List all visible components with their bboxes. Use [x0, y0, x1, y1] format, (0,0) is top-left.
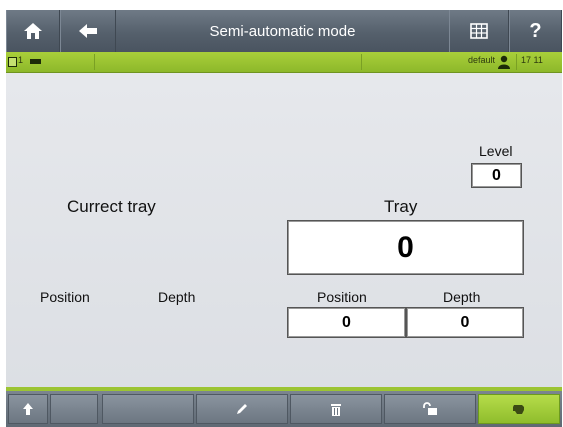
- position-field[interactable]: 0: [287, 307, 406, 338]
- current-tray-label: Currect tray: [67, 197, 156, 216]
- confirm-button[interactable]: [478, 394, 560, 424]
- unlock-button[interactable]: [384, 394, 476, 424]
- toolbar-blank-2[interactable]: [102, 394, 194, 424]
- bottom-toolbar: [6, 391, 562, 427]
- trash-icon: [331, 403, 341, 416]
- page-title: Semi-automatic mode: [209, 22, 356, 40]
- toolbar-blank-1[interactable]: [50, 394, 98, 424]
- tray-field[interactable]: 0: [287, 220, 524, 275]
- depth-label: Depth: [443, 289, 481, 305]
- clock: 17 11: [521, 55, 543, 65]
- grid-table-icon: [470, 23, 488, 39]
- delete-button[interactable]: [290, 394, 382, 424]
- back-button[interactable]: [60, 10, 116, 52]
- arrow-up-icon: [23, 403, 33, 415]
- status-bar: 1 default 17 11: [6, 52, 562, 73]
- edit-button[interactable]: [196, 394, 288, 424]
- level-label: Level: [479, 143, 513, 159]
- depth-field[interactable]: 0: [406, 307, 524, 338]
- up-button[interactable]: [8, 394, 48, 424]
- home-icon: [24, 23, 42, 39]
- unlock-icon: [423, 402, 437, 415]
- current-depth-label: Depth: [158, 289, 196, 305]
- station-number: 1: [18, 55, 24, 65]
- level-field[interactable]: 0: [471, 163, 522, 188]
- hand-icon: [513, 405, 524, 414]
- user-name: default: [468, 55, 496, 65]
- app-window: Semi-automatic mode ? 1 default 17 11 Cu…: [6, 10, 562, 427]
- current-position-label: Position: [40, 289, 90, 305]
- header-bar: Semi-automatic mode ?: [6, 10, 562, 52]
- station-icon: [8, 57, 17, 67]
- home-button[interactable]: [6, 10, 60, 52]
- grid-button[interactable]: [449, 10, 509, 52]
- tray-indicator-icon: [30, 59, 41, 64]
- main-panel: Currect tray Position Depth Level 0 Tray…: [6, 73, 562, 387]
- pencil-icon: [237, 404, 247, 414]
- tray-label: Tray: [384, 197, 418, 216]
- position-label: Position: [317, 289, 367, 305]
- user-icon: [498, 55, 510, 69]
- arrow-left-icon: [79, 24, 97, 38]
- help-button[interactable]: ?: [509, 10, 562, 52]
